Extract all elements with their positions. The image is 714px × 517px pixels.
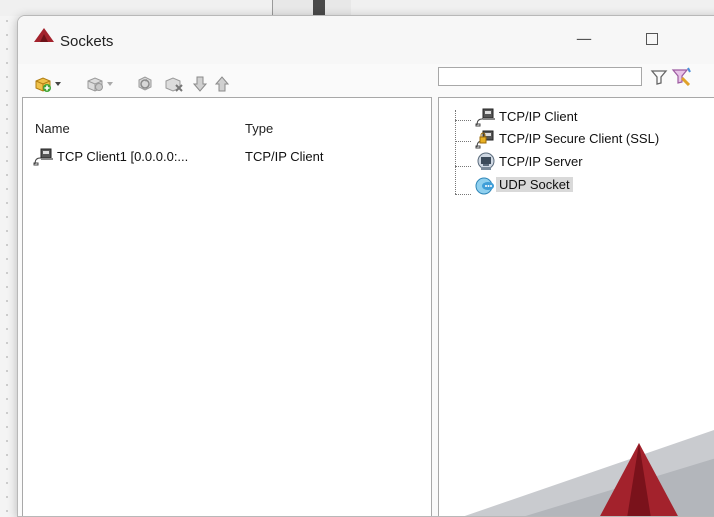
- funnel-icon[interactable]: [650, 68, 668, 86]
- tree-item-label: TCP/IP Secure Client (SSL): [499, 131, 660, 146]
- title-bar[interactable]: Sockets —: [18, 16, 714, 64]
- column-header-type[interactable]: Type: [245, 121, 273, 136]
- row-type-cell: TCP/IP Client: [245, 149, 324, 164]
- table-row[interactable]: TCP Client1 [0.0.0.0:... TCP/IP Client: [23, 148, 429, 166]
- tree-item-label: TCP/IP Client: [499, 109, 578, 124]
- socket-type-tree[interactable]: TCP/IP Client TCP/IP Secure Client (SSL)…: [438, 97, 714, 516]
- row-name-cell: TCP Client1 [0.0.0.0:...: [57, 149, 189, 164]
- background-window-strip: [0, 0, 714, 16]
- move-down-icon[interactable]: [193, 76, 207, 92]
- app-logo-icon: [34, 28, 54, 42]
- minimize-button[interactable]: —: [572, 30, 596, 48]
- server-icon: [477, 152, 495, 170]
- maximize-icon: [646, 33, 658, 45]
- socket-options-icon[interactable]: [86, 76, 104, 92]
- socket-options-dropdown-icon[interactable]: [107, 82, 113, 86]
- tree-connector: [455, 110, 456, 194]
- maximize-button[interactable]: [640, 30, 664, 48]
- column-header-name[interactable]: Name: [35, 121, 70, 136]
- tree-connector: [455, 120, 471, 121]
- clear-filter-icon[interactable]: [670, 66, 692, 86]
- udp-icon: [475, 177, 494, 195]
- tcp-client-icon: [475, 108, 495, 127]
- window-title: Sockets: [60, 33, 114, 50]
- tree-connector: [455, 141, 471, 142]
- background-window-fragment: [272, 0, 351, 16]
- filter-input[interactable]: [438, 67, 642, 86]
- sockets-window: Sockets — Name Type TCP Client1 [0.0.0.0…: [17, 15, 714, 517]
- add-socket-dropdown-icon[interactable]: [55, 82, 61, 86]
- move-up-icon[interactable]: [215, 76, 229, 92]
- tree-connector: [455, 194, 471, 195]
- tree-item-label: TCP/IP Server: [499, 154, 583, 169]
- delete-icon[interactable]: [164, 76, 184, 92]
- refresh-icon[interactable]: [136, 76, 154, 92]
- add-socket-icon[interactable]: [34, 76, 52, 92]
- tree-item-label: UDP Socket: [496, 177, 573, 192]
- socket-list[interactable]: Name Type TCP Client1 [0.0.0.0:... TCP/I…: [22, 97, 432, 516]
- tcp-client-icon: [33, 148, 53, 166]
- ssl-client-icon: [475, 130, 494, 149]
- tree-connector: [455, 166, 471, 167]
